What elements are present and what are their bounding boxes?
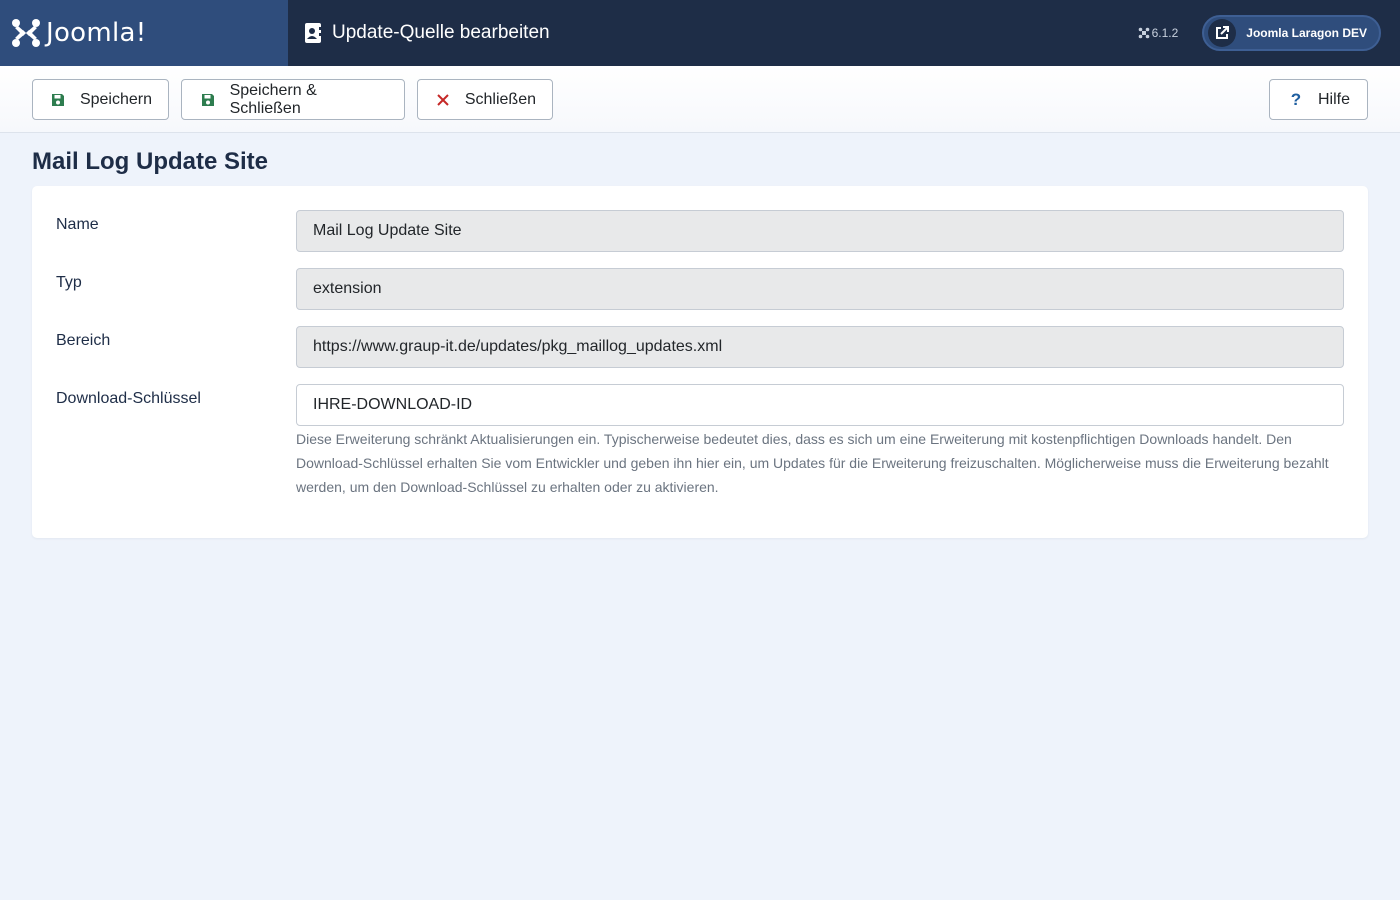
site-link-label: Joomla Laragon DEV: [1246, 26, 1367, 40]
download-key-label: Download-Schlüssel: [56, 390, 201, 407]
download-key-input[interactable]: IHRE-DOWNLOAD-ID: [296, 384, 1344, 426]
name-field[interactable]: Mail Log Update Site: [296, 210, 1344, 252]
version-badge: 6.1.2: [1138, 26, 1179, 40]
brand[interactable]: Joomla!: [0, 0, 288, 66]
site-link-button[interactable]: Joomla Laragon DEV: [1202, 15, 1381, 51]
type-field[interactable]: extension: [296, 268, 1344, 310]
toolbar: Speichern Speichern & Schließen Schließe…: [0, 66, 1400, 133]
joomla-logo-icon: [12, 19, 40, 47]
download-key-value: IHRE-DOWNLOAD-ID: [313, 396, 473, 413]
download-key-description: Diese Erweiterung schränkt Aktualisierun…: [296, 431, 1329, 495]
external-link-icon: [1208, 19, 1237, 47]
location-label: Bereich: [56, 332, 111, 349]
app-header: Joomla! Update-Quelle bearbeiten 6.1.2 J…: [0, 0, 1400, 66]
location-value: https://www.graup-it.de/updates/pkg_mail…: [313, 338, 723, 355]
page-header-title: Update-Quelle bearbeiten: [332, 22, 550, 43]
address-card-icon: [305, 23, 322, 43]
name-label: Name: [56, 216, 99, 233]
location-field[interactable]: https://www.graup-it.de/updates/pkg_mail…: [296, 326, 1344, 368]
page-title: Mail Log Update Site: [32, 148, 269, 175]
x-icon: [436, 92, 451, 108]
save-label: Speichern: [79, 90, 152, 108]
question-icon: ?: [1290, 89, 1302, 109]
joomla-small-icon: [1138, 27, 1149, 39]
floppy-disk-icon: [51, 92, 66, 108]
close-label: Schließen: [464, 90, 536, 108]
save-close-button[interactable]: Speichern & Schließen: [181, 79, 405, 120]
close-button[interactable]: Schließen: [417, 79, 553, 120]
help-button[interactable]: ? Hilfe: [1269, 79, 1368, 120]
help-label: Hilfe: [1318, 90, 1351, 108]
save-button[interactable]: Speichern: [32, 79, 169, 120]
type-value: extension: [313, 280, 382, 297]
brand-name: Joomla!: [46, 18, 147, 48]
name-value: Mail Log Update Site: [313, 222, 462, 239]
save-close-label: Speichern & Schließen: [229, 81, 317, 117]
floppy-disk-icon: [200, 92, 216, 108]
type-label: Typ: [56, 274, 82, 291]
form-card: Name Mail Log Update Site Typ extension …: [32, 186, 1368, 538]
version-text: 6.1.2: [1151, 26, 1179, 40]
